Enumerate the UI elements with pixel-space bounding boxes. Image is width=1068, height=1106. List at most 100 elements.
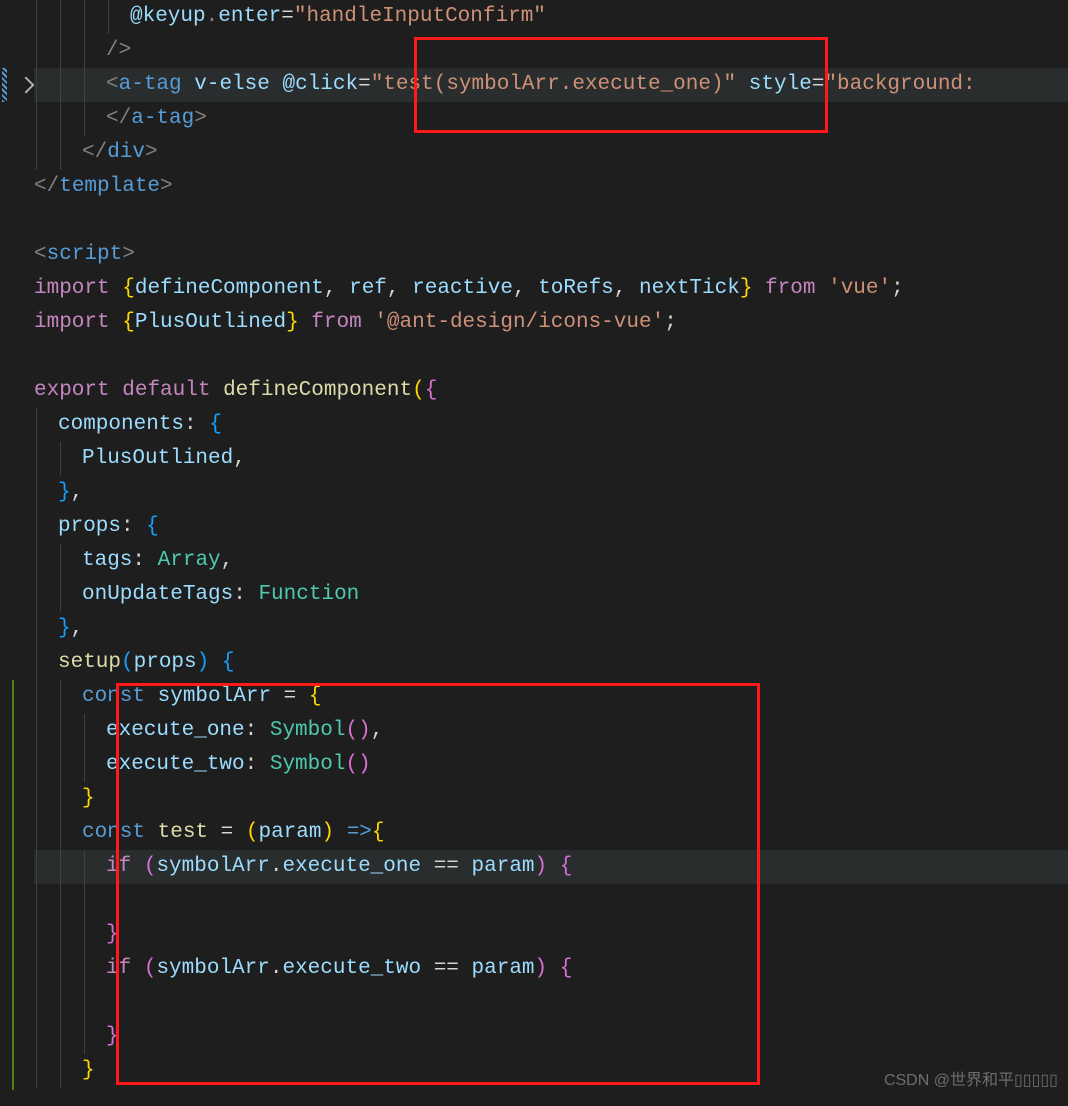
indent-guide <box>36 952 37 986</box>
code-text: export default defineComponent({ <box>34 374 437 408</box>
code-line[interactable]: tags: Array, <box>34 544 1068 578</box>
indent-guide <box>60 0 61 34</box>
code-text: components: { <box>58 408 222 442</box>
code-line[interactable]: execute_two: Symbol() <box>34 748 1068 782</box>
indent-guide <box>36 748 37 782</box>
git-added-bar <box>12 680 14 1090</box>
code-line[interactable]: onUpdateTags: Function <box>34 578 1068 612</box>
code-line[interactable] <box>34 204 1068 238</box>
indent-guide <box>84 714 85 748</box>
code-line[interactable]: import {PlusOutlined} from '@ant-design/… <box>34 306 1068 340</box>
indent-guide <box>36 816 37 850</box>
indent-guide <box>36 714 37 748</box>
code-text: import {PlusOutlined} from '@ant-design/… <box>34 306 677 340</box>
code-line[interactable]: } <box>34 782 1068 816</box>
indent-guide <box>60 714 61 748</box>
indent-guide <box>60 442 61 476</box>
indent-guide <box>36 136 37 170</box>
code-text: setup(props) { <box>58 646 234 680</box>
code-line[interactable]: props: { <box>34 510 1068 544</box>
code-text: } <box>106 918 119 952</box>
diff-bar <box>2 68 7 102</box>
indent-guide <box>36 476 37 510</box>
indent-guide <box>60 136 61 170</box>
code-text: onUpdateTags: Function <box>82 578 359 612</box>
indent-guide <box>84 952 85 986</box>
code-text: /> <box>106 34 131 68</box>
code-line[interactable]: import {defineComponent, ref, reactive, … <box>34 272 1068 306</box>
code-line[interactable]: /> <box>34 34 1068 68</box>
code-text: execute_one: Symbol(), <box>106 714 383 748</box>
code-text: }, <box>58 612 83 646</box>
code-line[interactable]: </a-tag> <box>34 102 1068 136</box>
indent-guide <box>60 816 61 850</box>
indent-guide <box>36 680 37 714</box>
indent-guide <box>84 850 85 884</box>
indent-guide <box>84 34 85 68</box>
indent-guide <box>36 1020 37 1054</box>
code-line[interactable]: if (symbolArr.execute_one == param) { <box>34 850 1068 884</box>
indent-guide <box>36 918 37 952</box>
code-text: props: { <box>58 510 159 544</box>
code-text: if (symbolArr.execute_two == param) { <box>106 952 572 986</box>
code-line[interactable]: }, <box>34 612 1068 646</box>
code-line[interactable]: setup(props) { <box>34 646 1068 680</box>
code-text: </a-tag> <box>106 102 207 136</box>
code-text: } <box>106 1020 119 1054</box>
indent-guide <box>84 68 85 102</box>
indent-guide <box>60 680 61 714</box>
code-text: <script> <box>34 238 135 272</box>
indent-guide <box>36 884 37 918</box>
code-line[interactable]: components: { <box>34 408 1068 442</box>
indent-guide <box>60 748 61 782</box>
watermark: CSDN @世界和平▯▯▯▯▯ <box>884 1064 1058 1098</box>
indent-guide <box>60 884 61 918</box>
code-line[interactable]: const symbolArr = { <box>34 680 1068 714</box>
code-line[interactable]: const test = (param) =>{ <box>34 816 1068 850</box>
indent-guide <box>36 612 37 646</box>
fold-chevron-icon[interactable] <box>18 77 35 94</box>
code-line[interactable] <box>34 340 1068 374</box>
indent-guide <box>60 1020 61 1054</box>
indent-guide <box>84 0 85 34</box>
code-line[interactable]: execute_one: Symbol(), <box>34 714 1068 748</box>
code-line[interactable]: } <box>34 1020 1068 1054</box>
code-line[interactable]: </template> <box>34 170 1068 204</box>
code-line[interactable]: PlusOutlined, <box>34 442 1068 476</box>
code-text: <a-tag v-else @click="test(symbolArr.exe… <box>106 68 976 102</box>
indent-guide <box>60 850 61 884</box>
indent-guide <box>84 102 85 136</box>
indent-guide <box>60 782 61 816</box>
code-line[interactable]: <script> <box>34 238 1068 272</box>
code-line[interactable]: @keyup.enter="handleInputConfirm" <box>34 0 1068 34</box>
code-text: if (symbolArr.execute_one == param) { <box>106 850 572 884</box>
code-editor[interactable]: @keyup.enter="handleInputConfirm"/><a-ta… <box>34 0 1068 1106</box>
indent-guide <box>36 34 37 68</box>
code-text: </div> <box>82 136 158 170</box>
indent-guide <box>36 544 37 578</box>
indent-guide <box>60 544 61 578</box>
code-line[interactable]: if (symbolArr.execute_two == param) { <box>34 952 1068 986</box>
code-line[interactable] <box>34 986 1068 1020</box>
code-text: PlusOutlined, <box>82 442 246 476</box>
indent-guide <box>36 578 37 612</box>
code-line[interactable] <box>34 884 1068 918</box>
code-text: </template> <box>34 170 173 204</box>
indent-guide <box>36 68 37 102</box>
code-text: } <box>82 782 95 816</box>
code-text: execute_two: Symbol() <box>106 748 371 782</box>
indent-guide <box>36 782 37 816</box>
indent-guide <box>36 986 37 1020</box>
indent-guide <box>84 884 85 918</box>
indent-guide <box>36 1054 37 1088</box>
code-line[interactable]: <a-tag v-else @click="test(symbolArr.exe… <box>34 68 1068 102</box>
indent-guide <box>60 986 61 1020</box>
code-line[interactable]: export default defineComponent({ <box>34 374 1068 408</box>
code-line[interactable]: </div> <box>34 136 1068 170</box>
code-text: const symbolArr = { <box>82 680 321 714</box>
code-text: @keyup.enter="handleInputConfirm" <box>130 0 546 34</box>
indent-guide <box>36 0 37 34</box>
code-line[interactable]: } <box>34 918 1068 952</box>
indent-guide <box>60 1054 61 1088</box>
code-line[interactable]: }, <box>34 476 1068 510</box>
